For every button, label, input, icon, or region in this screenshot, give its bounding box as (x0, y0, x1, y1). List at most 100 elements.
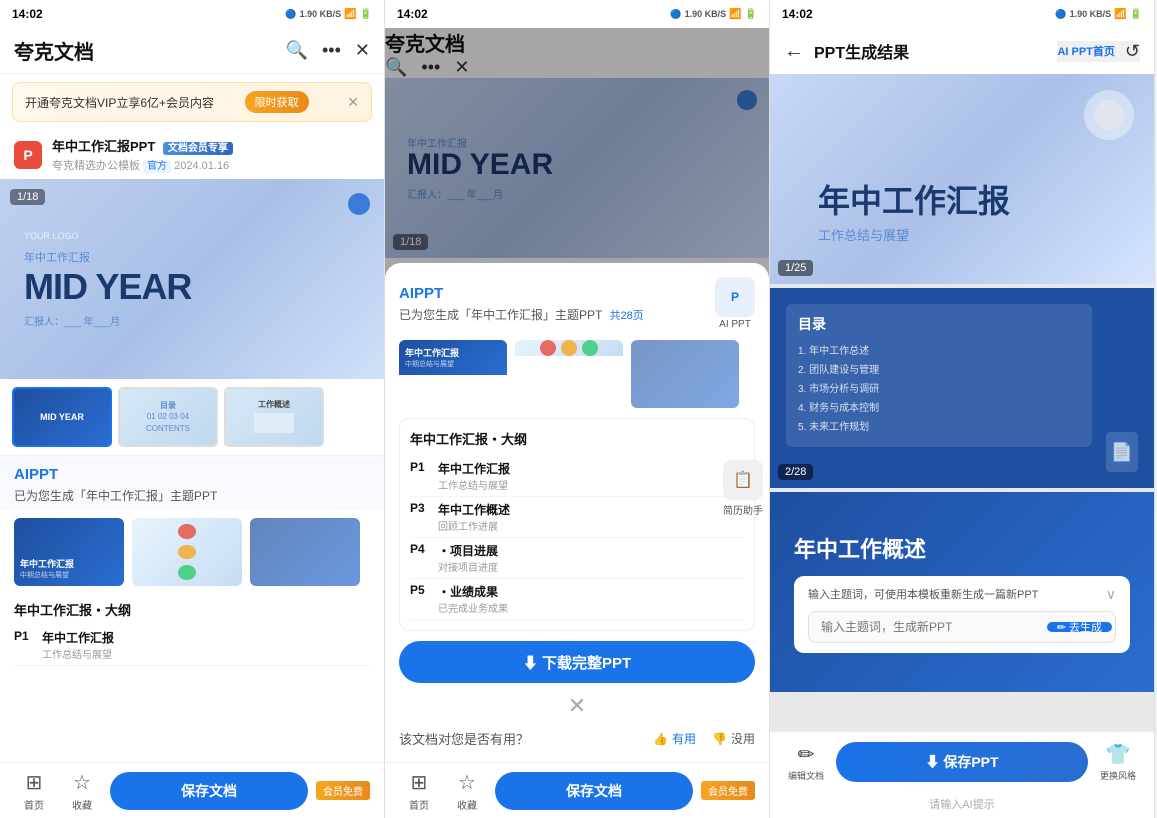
feedback-btns-2[interactable]: 👍 有用 👎 没用 (653, 730, 755, 747)
download-ppt-btn-2[interactable]: ⬇ 下载完整PPT (399, 641, 755, 683)
pgt-3[interactable] (631, 340, 739, 408)
thumb-1-3[interactable]: 工作概述 (224, 387, 324, 447)
network-icon-2: 🔵 (670, 9, 681, 20)
signal-text-1: 1.90 KB/S (300, 9, 342, 19)
ppt-thumb-title-1-1: 年中工作汇报 (20, 557, 74, 570)
ppt-thumb-1-1[interactable]: 年中工作汇报 中期总结与展望 (14, 518, 124, 586)
thumb-inner-1-1: MID YEAR (14, 389, 110, 445)
promo-banner-1[interactable]: 开通夸克文档VIP立享6亿+会员内容 限时获取 ✕ (12, 82, 372, 122)
save-btn-1[interactable]: 保存文档 (110, 772, 308, 810)
slide-content-1: YOUR LOGO 年中工作汇报 MID YEAR 汇报人：___ 年___月 (0, 179, 384, 379)
more-icon-1[interactable]: ••• (322, 40, 341, 61)
outline-content-1-1: 年中工作汇报 工作总结与展望 (42, 629, 370, 661)
status-bar-2: 14:02 🔵 1.90 KB/S 📶 🔋 (385, 0, 769, 28)
outline-item-2-1[interactable]: P1 年中工作汇报 工作总结与展望 (410, 456, 744, 497)
slide3-input-label-3: 输入主题词，可使用本模板重新生成一篇新PPT ∨ (808, 586, 1116, 603)
outline-item-2-4[interactable]: P5 ・业绩成果 已完成业务成果 (410, 579, 744, 620)
save-ppt-btn-3[interactable]: ⬇ 保存PPT (836, 742, 1088, 782)
save-btn-2[interactable]: 保存文档 (495, 772, 693, 810)
search-icon-1[interactable]: 🔍 (286, 40, 308, 61)
home-label-1: 首页 (24, 797, 44, 812)
aippt-label-1: AIPPT (14, 466, 370, 483)
style-icon-3: 👕 (1106, 742, 1131, 767)
outline-item-1-1[interactable]: P1 年中工作汇报 工作总结与展望 (14, 625, 370, 666)
promo-btn-1[interactable]: 限时获取 (245, 91, 309, 113)
overlay-count: 共28页 (609, 310, 643, 322)
doc-item-1[interactable]: P 年中工作汇报PPT 文档会员专享 夸克精选办公模板 官方 2024.01.1… (0, 130, 384, 179)
slide3-input-box-3: 输入主题词，可使用本模板重新生成一篇新PPT ∨ ✏ 去生成 (794, 576, 1130, 653)
toc-box-3: 目录 1. 年中工作总述 2. 团队建设与管理 3. 市场分析与调研 4. 财务… (786, 304, 1092, 447)
useful-btn-2[interactable]: 👍 有用 (653, 730, 696, 747)
outline-page-1-1: P1 (14, 629, 42, 643)
thumb-inner-1-3: 工作概述 (226, 389, 322, 445)
app-title-1: 夸克文档 (14, 36, 286, 65)
slide-page-badge-1: 1/18 (10, 189, 45, 205)
toc-item-3-1: 1. 年中工作总述 (798, 342, 1080, 361)
useless-label-2: 没用 (731, 730, 755, 747)
outline-item-2-2[interactable]: P3 年中工作概述 回顾工作进展 (410, 497, 744, 538)
edit-doc-btn-3[interactable]: ✏ 编辑文档 (784, 742, 828, 782)
aippt-tool-icon: P (715, 277, 755, 317)
outline-content-2-1: 年中工作汇报 工作总结与展望 (438, 460, 744, 492)
promo-text-1: 开通夸克文档VIP立享6亿+会员内容 (25, 94, 214, 111)
slide3-chevron-3[interactable]: ∨ (1106, 586, 1116, 603)
star-btn-1[interactable]: ☆ 收藏 (62, 770, 102, 812)
thumb-label-1-3: 工作概述 (254, 399, 294, 410)
thumb-contents2-1-2: CONTENTS (146, 423, 190, 434)
slide3-generate-btn-3[interactable]: ✏ 去生成 (1047, 622, 1112, 632)
pgt-title-1: 年中工作汇报 (405, 346, 501, 359)
cv-tool[interactable]: 📋 简历助手 (723, 460, 763, 517)
header-icons-1[interactable]: 🔍 ••• ✕ (286, 40, 370, 61)
aippt-home-btn-3[interactable]: AI PPT首页 (1057, 43, 1114, 59)
aippt-tool-label: AI PPT (719, 319, 751, 330)
overlay-bg-2 (385, 28, 769, 263)
thumb-1-2[interactable]: 目录 01 02 03 04 CONTENTS (118, 387, 218, 447)
aippt-tool[interactable]: P AI PPT (715, 277, 755, 330)
slide-1-3: 年中工作汇报 工作总结与展望 1/25 (770, 74, 1154, 284)
style-btn-3[interactable]: 👕 更换风格 (1096, 742, 1140, 782)
outline-page-2-4: P5 (410, 583, 438, 597)
outline-page-2-3: P4 (410, 542, 438, 556)
home-icon-2: ⊞ (411, 770, 428, 795)
back-btn-3[interactable]: ← (784, 40, 804, 63)
ppt-thumb-1-3[interactable] (250, 518, 360, 586)
overlay-aippt-desc: 已为您生成「年中工作汇报」主题PPT 共28页 (399, 306, 644, 323)
slide-stack-3: 年中工作汇报 工作总结与展望 1/25 目录 1. 年中工作总述 2. 团队建设… (770, 74, 1154, 731)
doc-badge-1: 文档会员专享 (163, 142, 233, 155)
pgt-blue-1: 年中工作汇报 中期总结与展望 (399, 340, 507, 375)
slide-2-3: 目录 1. 年中工作总述 2. 团队建设与管理 3. 市场分析与调研 4. 财务… (770, 288, 1154, 488)
home-icon-1: ⊞ (26, 770, 43, 795)
ppt-thumbs-1[interactable]: 年中工作汇报 中期总结与展望 (0, 510, 384, 594)
home-btn-2[interactable]: ⊞ 首页 (399, 770, 439, 812)
close-icon-1[interactable]: ✕ (355, 40, 370, 61)
pgt-2[interactable] (515, 340, 623, 408)
status-icons-1: 🔵 1.90 KB/S 📶 🔋 (285, 9, 372, 20)
outline-content-2-4: ・业绩成果 已完成业务成果 (438, 583, 744, 615)
star-icon-1: ☆ (73, 770, 91, 795)
pgt-1[interactable]: 年中工作汇报 中期总结与展望 (399, 340, 507, 408)
status-bar-1: 14:02 🔵 1.90 KB/S 📶 🔋 (0, 0, 384, 28)
outline-item-2-3[interactable]: P4 ・项目进展 对接项目进度 (410, 538, 744, 579)
ppt-gen-thumbs-2[interactable]: 年中工作汇报 中期总结与展望 ✍️ (399, 340, 755, 408)
home-btn-1[interactable]: ⊞ 首页 (14, 770, 54, 812)
star-btn-2[interactable]: ☆ 收藏 (447, 770, 487, 812)
outline-page-2-2: P3 (410, 501, 438, 515)
app-title-3: PPT生成结果 (814, 39, 1047, 63)
phone-3: 14:02 🔵 1.90 KB/S 📶 🔋 ← PPT生成结果 AI PPT首页… (770, 0, 1155, 818)
phone-1: 14:02 🔵 1.90 KB/S 📶 🔋 夸克文档 🔍 ••• ✕ 开通夸克文… (0, 0, 385, 818)
signal-text-2: 1.90 KB/S (685, 9, 727, 19)
thumb-1-1[interactable]: MID YEAR (12, 387, 112, 447)
thumb-row-1[interactable]: MID YEAR 目录 01 02 03 04 CONTENTS 工作概述 (0, 379, 384, 455)
slide3-title-3: 年中工作概述 (794, 532, 1130, 564)
refresh-icon-3[interactable]: ↺ (1125, 41, 1140, 62)
phone-2: 14:02 🔵 1.90 KB/S 📶 🔋 夸克文档 🔍 ••• ✕ 年中工作汇… (385, 0, 770, 818)
signal-text-3: 1.90 KB/S (1070, 9, 1112, 19)
overlay-close-2[interactable]: ✕ (399, 693, 755, 719)
time-3: 14:02 (782, 7, 813, 21)
ppt-thumb-1-2[interactable] (132, 518, 242, 586)
wifi-icon-1: 📶 (344, 9, 356, 20)
useless-btn-2[interactable]: 👎 没用 (712, 730, 755, 747)
phone3-bottom: ✏ 编辑文档 ⬇ 保存PPT 👕 更换风格 (770, 731, 1154, 792)
promo-close-1[interactable]: ✕ (347, 94, 359, 111)
slide-subtitle-1: 年中工作汇报 (24, 249, 90, 265)
